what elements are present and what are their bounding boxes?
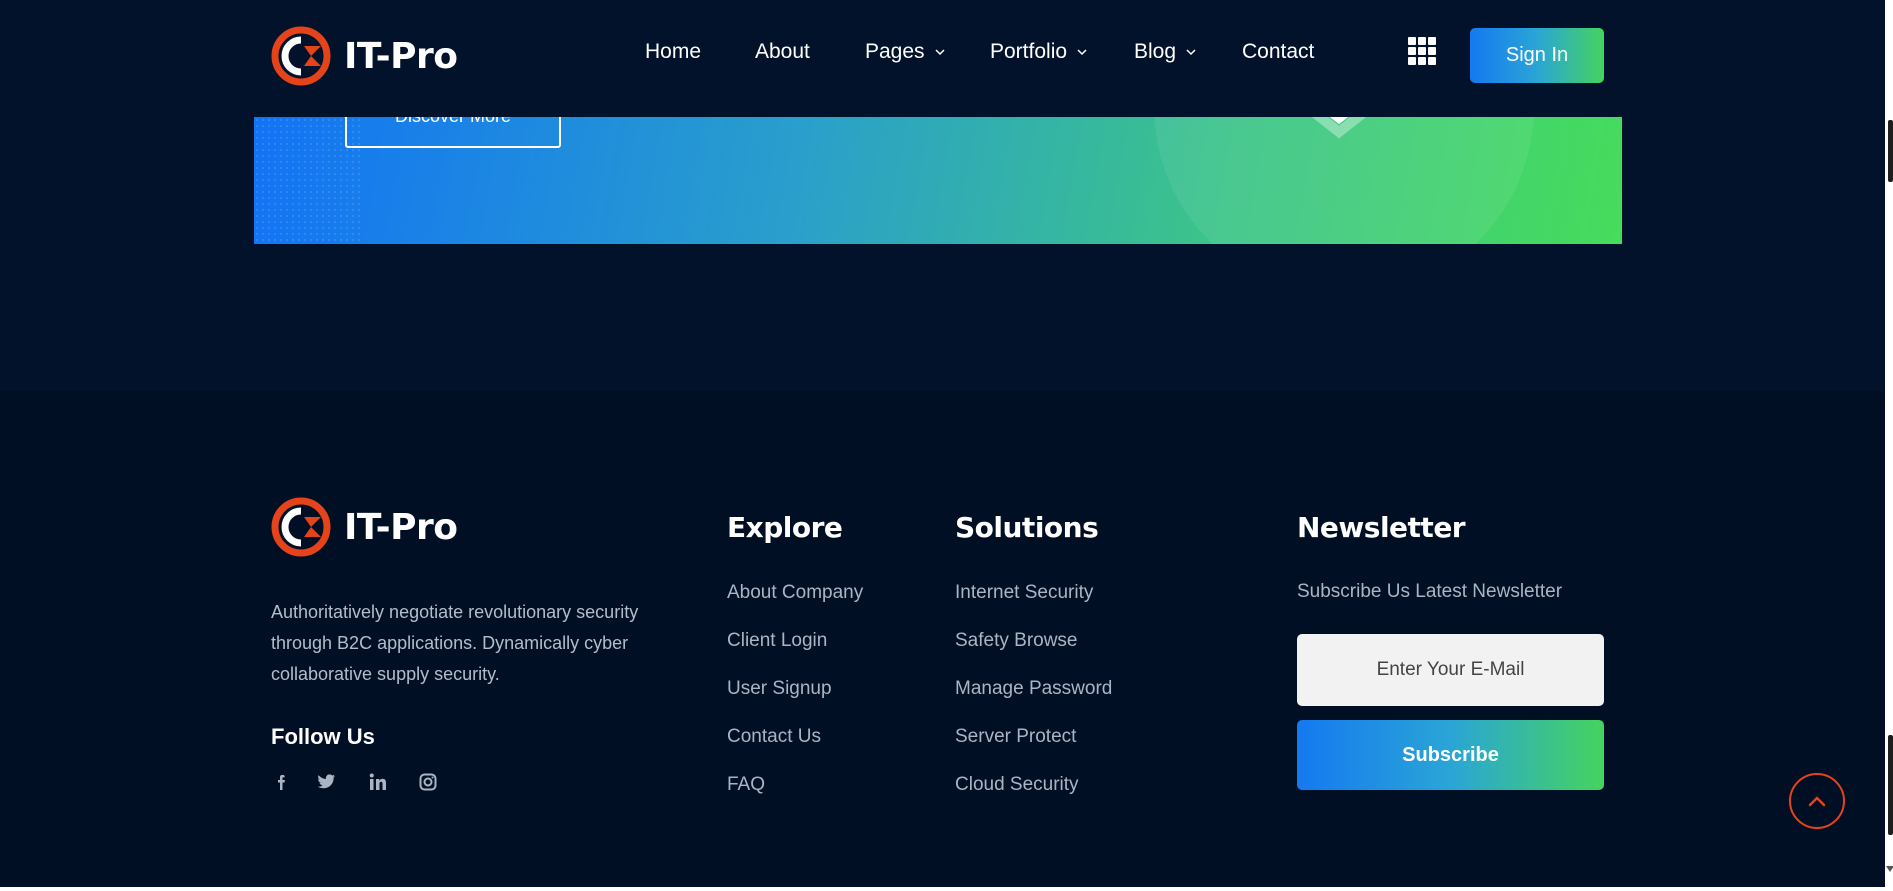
footer-link-cloud-security[interactable]: Cloud Security xyxy=(955,773,1112,821)
footer-link-safety-browse[interactable]: Safety Browse xyxy=(955,629,1112,677)
window-bottom-edge xyxy=(0,887,1893,891)
scroll-to-top-button[interactable] xyxy=(1789,773,1845,829)
logo-icon xyxy=(271,26,331,86)
logo-icon xyxy=(271,497,331,557)
linkedin-icon[interactable] xyxy=(367,771,389,793)
about-text: Authoritatively negotiate revolutionary … xyxy=(271,602,639,684)
nav-portfolio-label: Portfolio xyxy=(990,40,1068,63)
page: Discover More IT-Pro Home About Pages xyxy=(0,0,1893,891)
scrollbar-thumb[interactable] xyxy=(1888,735,1893,835)
email-field[interactable] xyxy=(1297,634,1604,706)
footer-link-user-signup[interactable]: User Signup xyxy=(727,677,863,725)
footer-link-faq[interactable]: FAQ xyxy=(727,773,863,821)
logo-text: IT-Pro xyxy=(344,35,458,77)
footer-logo[interactable]: IT-Pro xyxy=(271,497,458,557)
footer-link-server-protect[interactable]: Server Protect xyxy=(955,725,1112,773)
footer-link-internet-security[interactable]: Internet Security xyxy=(955,581,1112,629)
site-footer: IT-Pro Authoritatively negotiate revolut… xyxy=(0,391,1893,891)
explore-links: About Company Client Login User Signup C… xyxy=(727,581,863,821)
cta-banner: Discover More xyxy=(254,117,1622,244)
follow-us-title: Follow Us xyxy=(271,724,375,749)
nav-contact[interactable]: Contact xyxy=(1242,40,1314,64)
solutions-title: Solutions xyxy=(955,511,1099,544)
nav-home[interactable]: Home xyxy=(645,40,701,64)
nav-contact-label: Contact xyxy=(1242,40,1315,63)
subscribe-button[interactable]: Subscribe xyxy=(1297,720,1604,790)
nav-blog[interactable]: Blog xyxy=(1134,40,1197,64)
newsletter-subtitle: Subscribe Us Latest Newsletter xyxy=(1297,581,1563,602)
footer-link-manage-password[interactable]: Manage Password xyxy=(955,677,1112,725)
explore-title: Explore xyxy=(727,511,843,544)
chevron-down-icon xyxy=(935,49,945,56)
chevron-up-icon xyxy=(1808,796,1826,807)
nav-home-label: Home xyxy=(645,40,702,63)
scrollbar-thumb-upper[interactable] xyxy=(1888,120,1893,182)
chevron-down-icon xyxy=(1186,49,1196,56)
grid-icon[interactable] xyxy=(1408,37,1436,65)
footer-link-contact-us[interactable]: Contact Us xyxy=(727,725,863,773)
sign-in-button[interactable]: Sign In xyxy=(1470,28,1604,83)
instagram-icon[interactable] xyxy=(417,771,439,793)
footer-link-client-login[interactable]: Client Login xyxy=(727,629,863,677)
chevron-down-icon xyxy=(1077,49,1087,56)
footer-link-about-company[interactable]: About Company xyxy=(727,581,863,629)
shield-icon xyxy=(1311,117,1367,139)
discover-more-button[interactable]: Discover More xyxy=(345,117,561,148)
nav-blog-label: Blog xyxy=(1134,40,1177,63)
solutions-links: Internet Security Safety Browse Manage P… xyxy=(955,581,1112,821)
nav-portfolio[interactable]: Portfolio xyxy=(990,40,1088,64)
scroll-down-arrow-icon[interactable] xyxy=(1886,866,1893,872)
nav-about[interactable]: About xyxy=(755,40,810,64)
nav-pages[interactable]: Pages xyxy=(865,40,946,64)
logo-text: IT-Pro xyxy=(344,506,458,548)
twitter-icon[interactable] xyxy=(315,771,337,793)
header-logo[interactable]: IT-Pro xyxy=(271,26,458,86)
newsletter-title: Newsletter xyxy=(1297,511,1466,544)
facebook-icon[interactable] xyxy=(271,771,293,793)
nav-pages-label: Pages xyxy=(865,40,925,63)
site-header: IT-Pro Home About Pages Portfolio Blog C… xyxy=(0,0,1893,117)
nav-about-label: About xyxy=(755,40,810,63)
